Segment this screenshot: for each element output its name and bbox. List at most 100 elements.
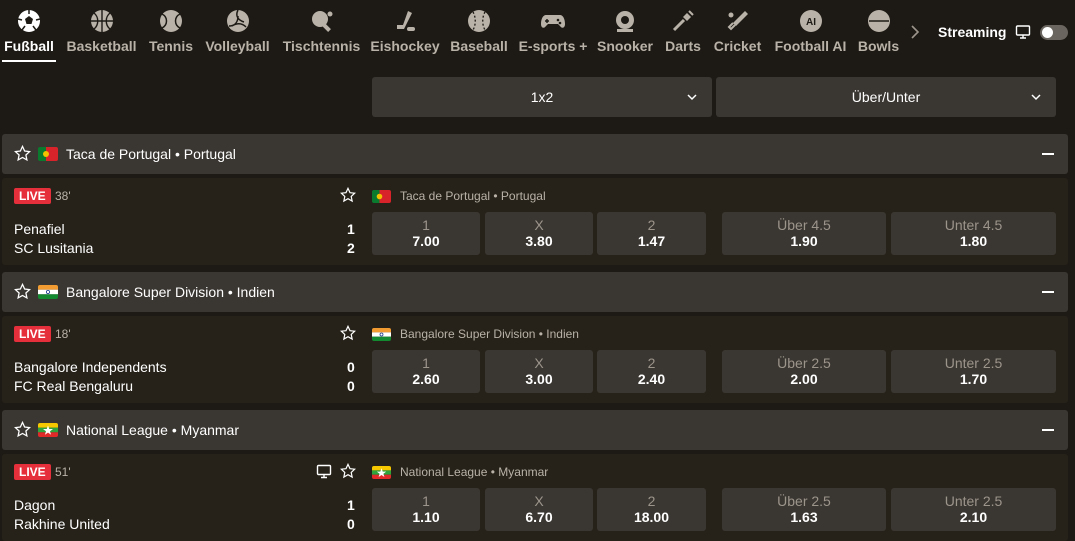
star-icon[interactable] bbox=[339, 462, 357, 479]
odds-button-under[interactable]: Unter 2.5 1.70 bbox=[891, 350, 1056, 393]
odds-button-over[interactable]: Über 2.5 1.63 bbox=[722, 488, 886, 531]
live-badge: LIVE bbox=[14, 188, 51, 204]
sport-tab-volleyball[interactable]: Volleyball bbox=[203, 8, 272, 62]
odds-button-draw[interactable]: X 6.70 bbox=[485, 488, 593, 531]
league-title: Taca de Portugal • Portugal bbox=[66, 146, 236, 162]
odds-button-over[interactable]: Über 4.5 1.90 bbox=[722, 212, 886, 255]
odds-value: 2.10 bbox=[959, 509, 988, 525]
star-icon[interactable] bbox=[13, 144, 32, 162]
collapse-icon[interactable] bbox=[1042, 291, 1054, 293]
flag-india-icon bbox=[38, 285, 58, 299]
league-header[interactable]: Taca de Portugal • Portugal bbox=[2, 134, 1068, 174]
odds-value: 1.90 bbox=[790, 233, 818, 249]
odds-button-under[interactable]: Unter 2.5 2.10 bbox=[891, 488, 1056, 531]
soccer-ball-icon bbox=[16, 8, 42, 34]
away-score: 2 bbox=[347, 240, 355, 256]
odds-value: 6.70 bbox=[525, 509, 553, 525]
market-select-1x2[interactable]: 1x2 bbox=[372, 77, 712, 117]
sport-tab-label: Bowls bbox=[857, 38, 900, 54]
tv-icon[interactable] bbox=[316, 464, 332, 479]
baseball-icon bbox=[466, 8, 492, 34]
star-icon[interactable] bbox=[339, 186, 357, 203]
odds-value: 1.47 bbox=[637, 233, 666, 249]
odds-button-draw[interactable]: X 3.80 bbox=[485, 212, 593, 255]
home-score: 1 bbox=[347, 497, 355, 513]
match-league-label: Taca de Portugal • Portugal bbox=[400, 189, 546, 203]
table-tennis-icon bbox=[309, 8, 335, 34]
odds-button-home[interactable]: 1 1.10 bbox=[372, 488, 480, 531]
odds-value: 2.40 bbox=[637, 371, 666, 387]
odds-label: Unter 4.5 bbox=[944, 217, 1003, 233]
odds-button-away[interactable]: 2 1.47 bbox=[597, 212, 706, 255]
odds-label: 1 bbox=[422, 355, 430, 371]
chevron-down-icon bbox=[686, 90, 698, 102]
star-icon[interactable] bbox=[339, 324, 357, 341]
home-team: Bangalore Independents bbox=[14, 359, 167, 375]
sport-tab-basketball[interactable]: Basketball bbox=[64, 8, 139, 62]
sport-tab-tennis[interactable]: Tennis bbox=[148, 8, 194, 62]
sport-tab-label: Snooker bbox=[596, 38, 653, 54]
odds-label: Über 2.5 bbox=[777, 355, 831, 371]
sport-tab-football-ai[interactable]: AI Football AI bbox=[772, 8, 849, 62]
football-ai-icon: AI bbox=[798, 8, 824, 34]
sport-tab-cricket[interactable]: Cricket bbox=[712, 8, 763, 62]
odds-value: 1.10 bbox=[412, 509, 440, 525]
odds-button-draw[interactable]: X 3.00 bbox=[485, 350, 593, 393]
match-minute: 18' bbox=[55, 327, 71, 341]
sport-tab-label: Football AI bbox=[774, 38, 847, 54]
odds-label: Über 4.5 bbox=[777, 217, 831, 233]
bowls-icon bbox=[866, 8, 892, 34]
live-badge: LIVE bbox=[14, 464, 51, 480]
sports-nav: Fußball Basketball Tennis Volleyball Tis… bbox=[0, 0, 1075, 64]
league-header[interactable]: Bangalore Super Division • Indien bbox=[2, 272, 1068, 312]
match-card: LIVE 18' Bangalore Super Division • Indi… bbox=[2, 316, 1068, 403]
odds-value: 1.63 bbox=[790, 509, 818, 525]
sport-tab-snooker[interactable]: Snooker bbox=[596, 8, 654, 62]
odds-button-away[interactable]: 2 18.00 bbox=[597, 488, 706, 531]
collapse-icon[interactable] bbox=[1042, 429, 1054, 431]
sport-tab-label: Cricket bbox=[713, 38, 762, 54]
flag-india-icon bbox=[372, 328, 391, 341]
sport-tab-esports[interactable]: E-sports + bbox=[518, 8, 588, 62]
league-title: Bangalore Super Division • Indien bbox=[66, 284, 275, 300]
league-header[interactable]: National League • Myanmar bbox=[2, 410, 1068, 450]
star-icon[interactable] bbox=[13, 420, 32, 438]
odds-button-home[interactable]: 1 7.00 bbox=[372, 212, 480, 255]
odds-label: Unter 2.5 bbox=[944, 493, 1003, 509]
sport-tab-label: Eishockey bbox=[370, 38, 440, 54]
sport-tab-tischtennis[interactable]: Tischtennis bbox=[281, 8, 362, 62]
odds-button-over[interactable]: Über 2.5 2.00 bbox=[722, 350, 886, 393]
collapse-icon[interactable] bbox=[1042, 153, 1054, 155]
chevron-right-icon[interactable] bbox=[908, 22, 922, 42]
market-select-over-under[interactable]: Über/Unter bbox=[716, 77, 1056, 117]
odds-button-home[interactable]: 1 2.60 bbox=[372, 350, 480, 393]
sport-tab-bowls[interactable]: Bowls bbox=[857, 8, 900, 62]
sport-tab-eishockey[interactable]: Eishockey bbox=[370, 8, 440, 62]
darts-icon bbox=[670, 8, 696, 34]
league-title: National League • Myanmar bbox=[66, 422, 239, 438]
odds-value: 3.80 bbox=[525, 233, 553, 249]
sport-tab-fussball[interactable]: Fußball bbox=[2, 8, 56, 62]
odds-button-away[interactable]: 2 2.40 bbox=[597, 350, 706, 393]
market-select-value: Über/Unter bbox=[851, 89, 921, 105]
away-score: 0 bbox=[347, 516, 355, 532]
star-icon[interactable] bbox=[13, 282, 32, 300]
odds-value: 1.80 bbox=[959, 233, 988, 249]
sport-tab-label: Basketball bbox=[66, 38, 137, 54]
odds-label: 2 bbox=[647, 355, 656, 371]
odds-value: 2.00 bbox=[790, 371, 818, 387]
flag-portugal-icon bbox=[38, 147, 58, 161]
sport-tab-baseball[interactable]: Baseball bbox=[449, 8, 509, 62]
odds-label: 1 bbox=[422, 217, 430, 233]
cricket-icon bbox=[725, 8, 751, 34]
volleyball-icon bbox=[225, 8, 251, 34]
odds-value: 18.00 bbox=[633, 509, 670, 525]
market-select-value: 1x2 bbox=[530, 89, 554, 105]
odds-label: X bbox=[534, 493, 544, 509]
svg-text:AI: AI bbox=[806, 17, 816, 28]
odds-button-under[interactable]: Unter 4.5 1.80 bbox=[891, 212, 1056, 255]
streaming-toggle[interactable] bbox=[1040, 25, 1068, 40]
sport-tab-darts[interactable]: Darts bbox=[663, 8, 703, 62]
home-score: 0 bbox=[347, 359, 355, 375]
tennis-ball-icon bbox=[158, 8, 184, 34]
